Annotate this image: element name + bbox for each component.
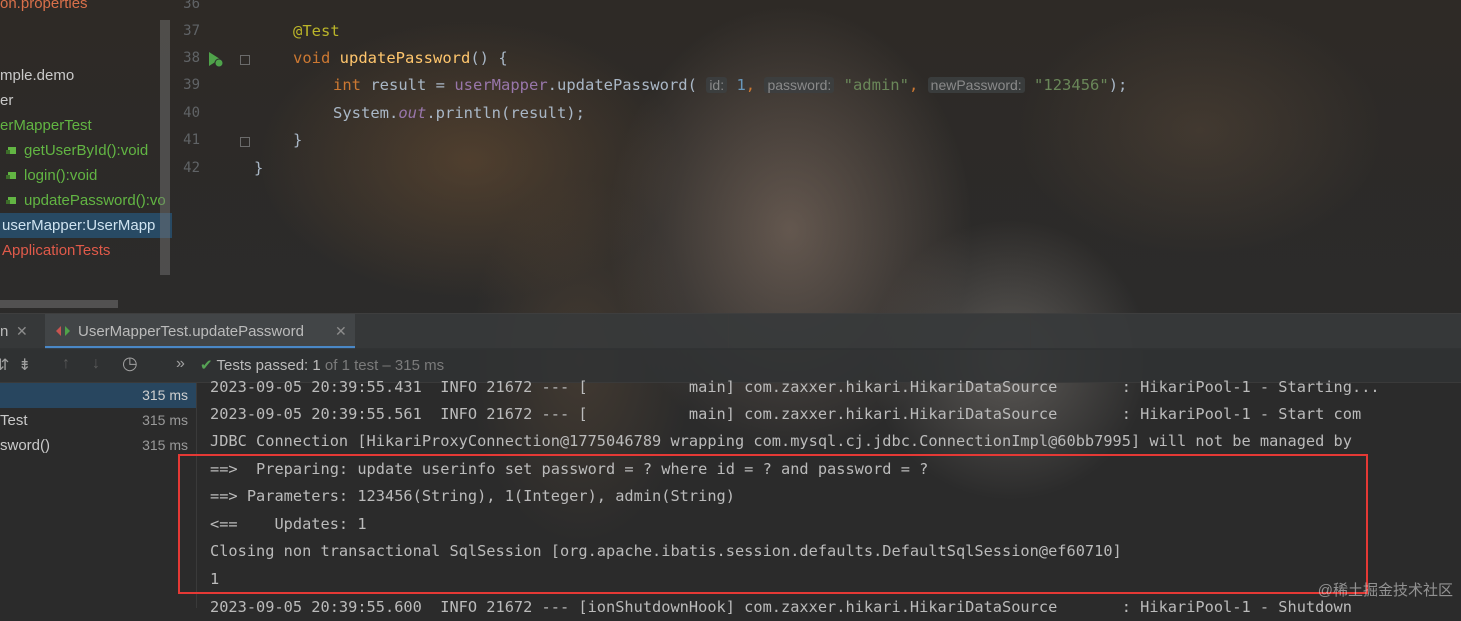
header-divider (1030, 314, 1031, 349)
highlight-box (178, 454, 1368, 594)
previous-failed-icon[interactable]: ↑ (62, 355, 70, 373)
code-line-39[interactable]: int result = userMapper.updatePassword( … (333, 72, 1127, 99)
console-line: 2023-09-05 20:39:55.561 INFO 21672 --- [… (210, 405, 1362, 423)
tree-item-login[interactable]: login():void (0, 163, 172, 188)
next-failed-icon[interactable]: ↓ (92, 355, 100, 373)
code-line-41[interactable]: } (293, 127, 302, 154)
close-icon[interactable]: ✕ (16, 323, 28, 340)
console-line: JDBC Connection [HikariProxyConnection@1… (210, 432, 1352, 450)
fold-marker-icon[interactable] (240, 137, 250, 147)
header-divider (728, 314, 729, 349)
tree-item-folder[interactable]: er (0, 88, 172, 113)
line-number: 42 (183, 160, 200, 176)
method-icon (6, 172, 16, 179)
line-number: 37 (183, 23, 200, 39)
watermark: @稀土掘金技术社区 (1317, 582, 1453, 599)
tab-usermappertest-updatepassword[interactable]: UserMapperTest.updatePassword ✕ (45, 314, 355, 349)
more-icon[interactable]: » (176, 355, 185, 373)
tree-item-updatepassword[interactable]: updatePassword():vo (0, 188, 172, 213)
console-line: 2023-09-05 20:39:55.431 INFO 21672 --- [… (210, 378, 1380, 396)
test-results-tree: 315 ms Test 315 ms sword() 315 ms (0, 383, 197, 608)
line-number: 40 (183, 105, 200, 121)
param-hint-id: id: (706, 77, 728, 93)
code-line-40[interactable]: System.out.println(result); (333, 100, 585, 127)
line-number: 39 (183, 77, 200, 93)
method-icon (6, 147, 16, 154)
tree-item-getuserbyid[interactable]: getUserById():void (0, 138, 172, 163)
line-number: 38 (183, 50, 200, 66)
param-hint-password: password: (764, 77, 835, 93)
method-icon (6, 197, 16, 204)
close-icon[interactable]: ✕ (335, 323, 347, 340)
fold-marker-icon[interactable] (240, 55, 250, 65)
test-row-method[interactable]: sword() 315 ms (0, 433, 196, 458)
collapse-all-icon[interactable]: ⇟ (18, 355, 31, 375)
test-history-icon[interactable]: ◷ (122, 353, 138, 374)
expand-all-icon[interactable]: ⇵ (0, 355, 9, 375)
tab-run-previous[interactable]: n (0, 323, 8, 340)
code-line-42[interactable]: } (254, 155, 263, 182)
line-number: 41 (183, 132, 200, 148)
test-run-icon (56, 326, 70, 336)
tree-item-properties[interactable]: on.properties (0, 0, 172, 16)
test-row-root[interactable]: 315 ms (0, 383, 196, 408)
tests-status: ✔ Tests passed: 1 of 1 test – 315 ms (200, 357, 445, 374)
code-line-38[interactable]: void updatePassword() { (293, 45, 508, 72)
tree-horizontal-scrollbar[interactable] (0, 300, 118, 308)
tree-vertical-scrollbar[interactable] (160, 20, 170, 275)
tree-item-applicationtests[interactable]: ApplicationTests (0, 238, 172, 263)
project-tree: on.properties mple.demo er erMapperTest … (0, 0, 172, 312)
tree-item-usermappertest[interactable]: erMapperTest (0, 113, 172, 138)
line-number: 36 (183, 0, 200, 12)
tree-item-package[interactable]: mple.demo (0, 63, 172, 88)
run-test-gutter-icon[interactable] (206, 50, 224, 68)
run-tool-window-header: n ✕ UserMapperTest.updatePassword ✕ (0, 313, 1461, 350)
tree-item-usermapper-field[interactable]: userMapper:UserMapp (0, 213, 172, 238)
param-hint-newpassword: newPassword: (927, 77, 1025, 93)
code-line-37[interactable]: @Test (293, 18, 340, 45)
tab-label: UserMapperTest.updatePassword (78, 323, 304, 340)
test-row-class[interactable]: Test 315 ms (0, 408, 196, 433)
check-icon: ✔ (200, 357, 213, 374)
